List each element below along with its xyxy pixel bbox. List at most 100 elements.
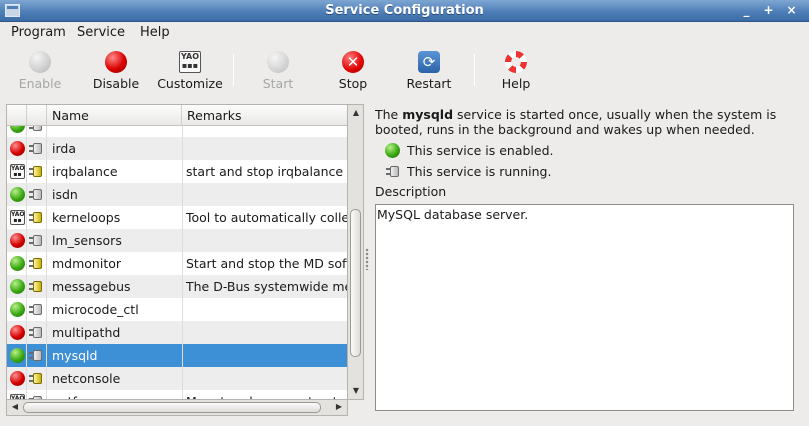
help-button[interactable]: Help xyxy=(481,49,551,95)
start-icon xyxy=(267,51,289,73)
table-row[interactable]: messagebus The D-Bus systemwide me xyxy=(7,275,347,298)
restart-icon: ⟳ xyxy=(418,51,440,73)
service-name: irqbalance xyxy=(52,164,118,179)
service-name: isdn xyxy=(52,187,78,202)
scroll-up-arrow-icon[interactable]: ▲ xyxy=(349,106,363,120)
service-name: microcode_ctl xyxy=(52,302,139,317)
service-remarks: Start and stop the MD softw xyxy=(186,256,347,271)
enabled-icon xyxy=(385,143,400,158)
disabled-status-icon xyxy=(10,233,25,248)
table-row[interactable]: netconsole xyxy=(7,367,347,390)
disabled-status-icon xyxy=(10,371,25,386)
customized-status-icon: YAO▪▪ xyxy=(10,164,25,179)
enable-label: Enable xyxy=(18,76,62,91)
vertical-scrollbar[interactable]: ▲ ▼ xyxy=(348,104,364,400)
column-divider xyxy=(46,126,47,399)
enabled-status-icon xyxy=(10,187,25,202)
table-row[interactable]: irda xyxy=(7,137,347,160)
column-divider xyxy=(26,126,27,399)
description-text[interactable]: MySQL database server. xyxy=(375,204,794,411)
running-status-text: This service is running. xyxy=(407,164,552,179)
pane-splitter-grip[interactable] xyxy=(365,248,369,270)
running-plug-icon xyxy=(385,164,401,179)
restart-label: Restart xyxy=(406,76,452,91)
enabled-status-icon xyxy=(10,256,25,271)
plug-icon xyxy=(28,233,44,248)
table-row[interactable]: YAO ▪▪ irqbalance start and stop irqbalance… xyxy=(7,160,347,183)
stop-label: Stop xyxy=(338,76,368,91)
enabled-status-icon xyxy=(10,279,25,294)
restart-button[interactable]: ⟳ Restart xyxy=(394,49,464,95)
customize-icon: YAO ▪▪▪ xyxy=(179,51,201,73)
enabled-status-icon xyxy=(10,348,25,363)
service-summary: The mysqld service is started once, usua… xyxy=(375,107,795,137)
maximize-button[interactable]: + xyxy=(760,3,777,19)
plug-icon xyxy=(28,371,44,386)
customize-button[interactable]: YAO ▪▪▪ Customize xyxy=(155,49,225,95)
start-button[interactable]: Start xyxy=(243,49,313,95)
horizontal-scroll-thumb[interactable] xyxy=(23,402,321,413)
table-row[interactable]: YAO▪▪netfsMount and unmount networ xyxy=(7,390,347,399)
enable-button[interactable]: Enable xyxy=(5,49,75,95)
minimize-button[interactable]: _ xyxy=(738,3,755,19)
service-name: mysqld xyxy=(52,348,98,363)
plug-icon xyxy=(28,187,44,202)
plug-icon xyxy=(28,256,44,271)
description-label: Description xyxy=(375,184,447,199)
service-name: mdmonitor xyxy=(52,256,122,271)
disable-label: Disable xyxy=(92,76,140,91)
table-row[interactable]: mysqld xyxy=(7,344,347,367)
plug-icon xyxy=(28,126,44,133)
column-remarks[interactable]: Remarks xyxy=(182,105,347,126)
toolbar-separator xyxy=(233,54,234,86)
disable-button[interactable]: Disable xyxy=(81,49,151,95)
menu-program[interactable]: Program xyxy=(11,25,66,40)
menu-help[interactable]: Help xyxy=(140,25,170,40)
vertical-scroll-thumb[interactable] xyxy=(350,209,361,357)
scroll-right-arrow-icon[interactable]: ▶ xyxy=(332,400,346,414)
enabled-status-icon xyxy=(10,302,25,317)
disabled-status-icon xyxy=(10,325,25,340)
scroll-left-arrow-icon[interactable]: ◀ xyxy=(8,400,22,414)
plug-icon xyxy=(28,302,44,317)
stop-button[interactable]: ✕ Stop xyxy=(318,49,388,95)
menu-bar: Program Service Help xyxy=(0,22,809,42)
service-name: irda xyxy=(52,141,76,156)
table-row[interactable] xyxy=(7,126,347,137)
column-running[interactable] xyxy=(27,105,47,126)
service-remarks: The D-Bus systemwide me xyxy=(186,279,347,294)
table-row[interactable]: microcode_ctl xyxy=(7,298,347,321)
help-label: Help xyxy=(501,76,531,91)
service-list-header: Name Remarks xyxy=(7,105,347,126)
service-name: netconsole xyxy=(52,371,121,386)
table-row[interactable]: lm_sensors xyxy=(7,229,347,252)
table-row[interactable]: YAO ▪▪ kerneloops Tool to automatically col… xyxy=(7,206,347,229)
scroll-down-arrow-icon[interactable]: ▼ xyxy=(349,384,363,398)
close-button[interactable]: × xyxy=(783,3,800,19)
window-title: Service Configuration xyxy=(325,3,484,18)
horizontal-scrollbar[interactable]: ◀ ▶ xyxy=(6,400,348,416)
disabled-status-icon xyxy=(10,141,25,156)
service-name: multipathd xyxy=(52,325,121,340)
table-row[interactable]: multipathd xyxy=(7,321,347,344)
summary-service-name: mysqld xyxy=(402,107,454,122)
column-divider xyxy=(182,126,183,399)
service-name: messagebus xyxy=(52,279,131,294)
menu-service[interactable]: Service xyxy=(77,25,125,40)
service-remarks: Tool to automatically collec xyxy=(186,210,347,225)
stop-icon: ✕ xyxy=(342,51,364,73)
toolbar: Enable Disable YAO ▪▪▪ Customize Start ✕ … xyxy=(0,44,809,96)
service-list[interactable]: Name Remarks YAO▪▪netfsMount and unmount… xyxy=(6,104,348,400)
plug-icon xyxy=(28,279,44,294)
title-bar: Service Configuration _ + × xyxy=(0,0,809,22)
column-status[interactable] xyxy=(7,105,27,126)
customized-status-icon: YAO▪▪ xyxy=(10,210,25,225)
table-row[interactable]: mdmonitor Start and stop the MD softw xyxy=(7,252,347,275)
column-name[interactable]: Name xyxy=(47,105,182,126)
lifebuoy-icon xyxy=(505,51,527,73)
service-remarks: start and stop irqbalance d xyxy=(186,164,347,179)
table-row[interactable]: isdn xyxy=(7,183,347,206)
service-rows: YAO▪▪netfsMount and unmount networ netcon… xyxy=(7,126,347,399)
plug-icon xyxy=(28,210,44,225)
service-name: lm_sensors xyxy=(52,233,122,248)
